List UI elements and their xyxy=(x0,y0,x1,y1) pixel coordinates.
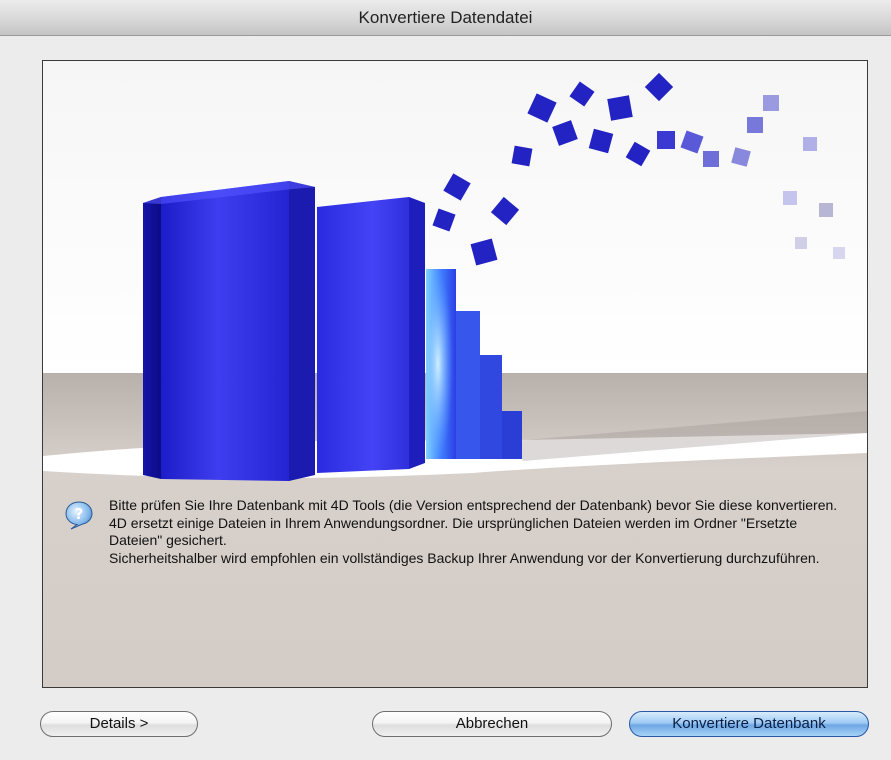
window-title: Konvertiere Datendatei xyxy=(358,8,533,27)
details-button[interactable]: Details > xyxy=(40,711,198,737)
conversion-illustration xyxy=(43,61,867,687)
message-text: Bitte prüfen Sie Ihre Datenbank mit 4D T… xyxy=(109,497,843,567)
help-question-icon: ? xyxy=(65,501,93,530)
cancel-button[interactable]: Abbrechen xyxy=(372,711,612,737)
window-titlebar: Konvertiere Datendatei xyxy=(0,0,891,36)
convert-database-button[interactable]: Konvertiere Datenbank xyxy=(629,711,869,737)
message-line-2: 4D ersetzt einige Dateien in Ihrem Anwen… xyxy=(109,514,798,549)
svg-text:?: ? xyxy=(75,505,84,523)
message-line-3: Sicherheitshalber wird empfohlen ein vol… xyxy=(109,549,820,566)
dialog-window: Konvertiere Datendatei ? Bitte prüfen Si… xyxy=(0,0,891,760)
illustration-panel: ? Bitte prüfen Sie Ihre Datenbank mit 4D… xyxy=(42,60,868,688)
info-message: ? Bitte prüfen Sie Ihre Datenbank mit 4D… xyxy=(63,497,843,567)
message-line-1: Bitte prüfen Sie Ihre Datenbank mit 4D T… xyxy=(109,497,838,513)
